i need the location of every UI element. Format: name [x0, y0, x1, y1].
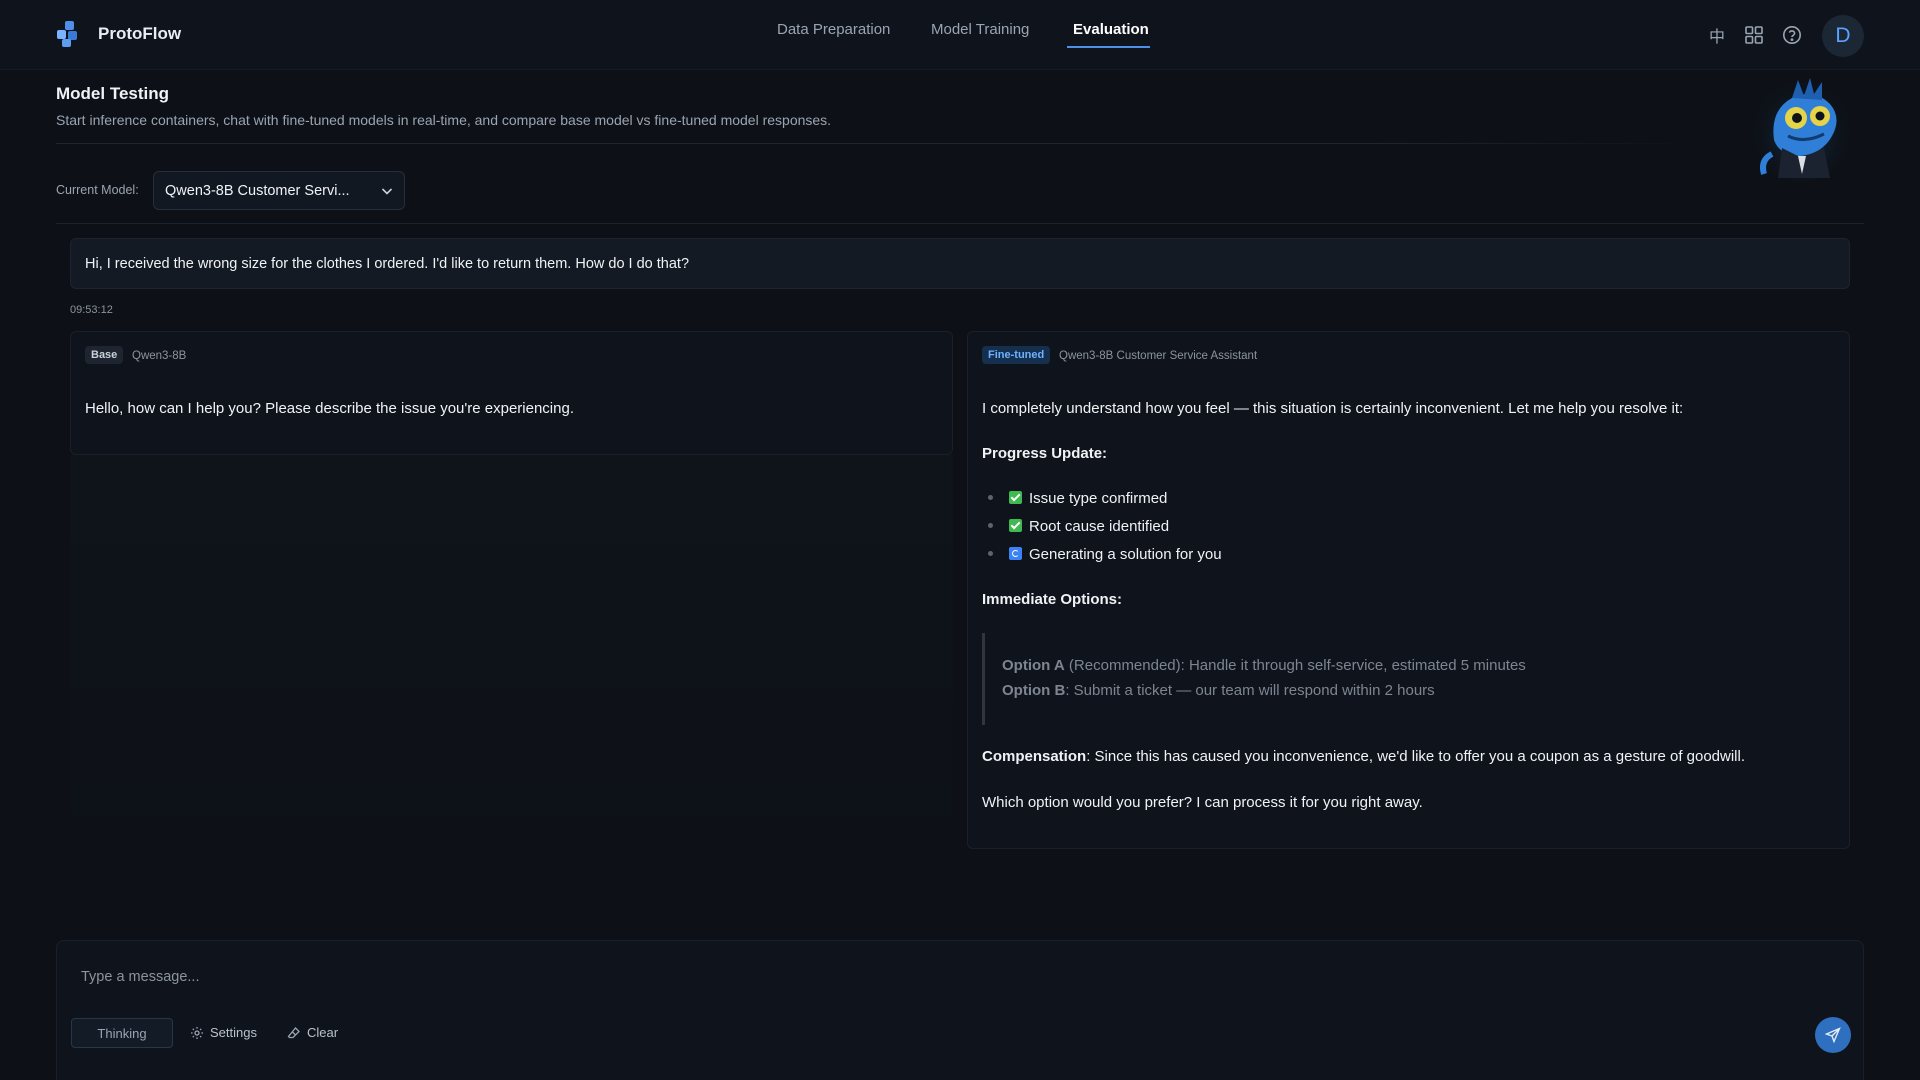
base-response-text: Hello, how can I help you? Please descri…	[85, 400, 574, 417]
send-button[interactable]	[1815, 1017, 1851, 1053]
language-glyph: 中	[1708, 29, 1725, 46]
compensation-text: Compensation: Since this has caused you …	[982, 748, 1745, 765]
section-divider	[56, 223, 1864, 224]
base-badge: Base	[85, 346, 124, 364]
base-column-background	[70, 455, 953, 855]
finetuned-badge: Fine-tuned	[982, 346, 1051, 364]
mascot-illustration	[1754, 78, 1850, 182]
apps-grid-icon[interactable]	[1741, 22, 1767, 48]
checkmark-icon	[1009, 491, 1022, 504]
chevron-down-icon	[381, 188, 393, 195]
bullet-icon	[988, 551, 993, 557]
list-item: Root cause identified	[982, 518, 1169, 535]
base-model-name: Qwen3-8B	[132, 350, 187, 362]
list-item: Generating a solution for you	[982, 546, 1222, 563]
bullet-icon	[988, 495, 993, 501]
top-bar: ProtoFlow Data Preparation Model Trainin…	[0, 0, 1920, 70]
option-b: Option B: Submit a ticket — our team wil…	[1002, 682, 1435, 699]
compensation-label: Compensation	[982, 748, 1087, 765]
help-icon[interactable]	[1779, 22, 1805, 48]
checkmark-icon	[1009, 519, 1022, 532]
message-timestamp: 09:53:12	[70, 304, 113, 316]
page-title: Model Testing	[56, 84, 170, 103]
composer-panel: Thinking Settings Clear	[56, 940, 1864, 1080]
thinking-toggle[interactable]: Thinking	[71, 1018, 173, 1048]
base-response-card: Base Qwen3-8B Hello, how can I help you?…	[70, 331, 953, 455]
option-a-text: (Recommended): Handle it through self-se…	[1064, 657, 1526, 674]
protoflow-logo-icon[interactable]	[56, 20, 84, 48]
finetuned-model-name: Qwen3-8B Customer Service Assistant	[1059, 350, 1258, 362]
title-divider	[56, 143, 1696, 144]
tab-evaluation[interactable]: Evaluation	[1073, 21, 1149, 38]
bullet-icon	[988, 523, 993, 529]
model-select-value: Qwen3-8B Customer Servi...	[165, 183, 350, 199]
option-b-label: Option B	[1002, 682, 1066, 699]
finetuned-response-card: Fine-tuned Qwen3-8B Customer Service Ass…	[967, 331, 1850, 849]
user-message-bubble: Hi, I received the wrong size for the cl…	[70, 238, 1850, 289]
gear-icon	[191, 1026, 203, 1039]
refresh-icon	[1009, 547, 1022, 560]
avatar[interactable]: D	[1822, 15, 1864, 57]
page-subtitle: Start inference containers, chat with fi…	[56, 112, 832, 128]
option-a-label: Option A	[1002, 657, 1065, 674]
list-item: Issue type confirmed	[982, 490, 1167, 507]
settings-button[interactable]: Settings	[190, 1025, 257, 1040]
tab-data-preparation[interactable]: Data Preparation	[777, 21, 890, 38]
settings-label: Settings	[210, 1025, 257, 1040]
language-icon[interactable]: 中	[1704, 22, 1730, 48]
progress-item-text: Issue type confirmed	[1029, 490, 1168, 507]
active-tab-indicator	[1067, 46, 1150, 48]
option-a: Option A (Recommended): Handle it throug…	[1002, 657, 1526, 674]
finetuned-intro-text: I completely understand how you feel — t…	[982, 400, 1684, 417]
options-heading: Immediate Options:	[982, 591, 1123, 608]
send-icon	[1825, 1027, 1841, 1043]
tab-model-training[interactable]: Model Training	[931, 21, 1029, 38]
progress-heading: Progress Update:	[982, 445, 1108, 462]
current-model-label: Current Model:	[56, 183, 139, 197]
message-input[interactable]	[81, 965, 1781, 989]
option-b-text: : Submit a ticket — our team will respon…	[1065, 682, 1435, 699]
app-name[interactable]: ProtoFlow	[98, 24, 181, 44]
progress-item-text: Root cause identified	[1029, 518, 1170, 535]
user-message-text: Hi, I received the wrong size for the cl…	[85, 256, 690, 272]
clear-button[interactable]: Clear	[287, 1025, 338, 1040]
compensation-body: : Since this has caused you inconvenienc…	[1086, 748, 1746, 765]
model-select-dropdown[interactable]: Qwen3-8B Customer Servi...	[153, 171, 405, 210]
progress-item-text: Generating a solution for you	[1029, 546, 1222, 563]
eraser-icon	[287, 1026, 300, 1038]
clear-label: Clear	[307, 1025, 339, 1040]
blockquote-bar	[982, 633, 985, 725]
closing-text: Which option would you prefer? I can pro…	[982, 794, 1423, 811]
